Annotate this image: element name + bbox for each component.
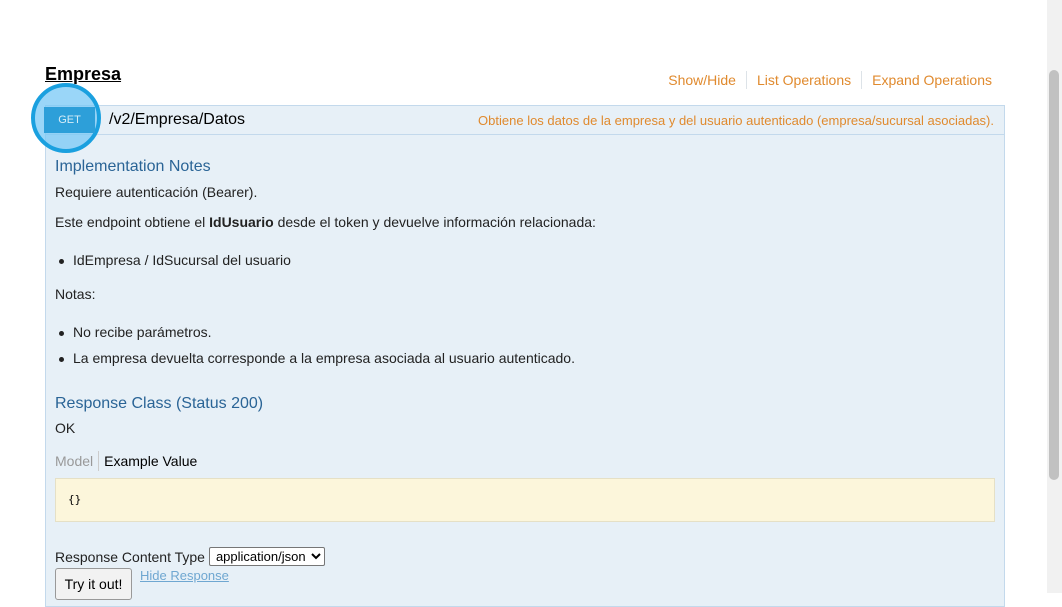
notes-description-bold: IdUsuario — [209, 214, 274, 230]
response-class-title: Response Class (Status 200) — [55, 395, 264, 412]
bullet-icon — [59, 356, 64, 362]
list-item: No recibe parámetros. — [59, 324, 212, 340]
method-get-badge[interactable]: GET — [44, 107, 95, 133]
model-tabs: Model Example Value — [55, 451, 197, 471]
notes-label: Notas: — [55, 286, 96, 302]
example-value-text: {} — [68, 493, 82, 506]
content-type-label: Response Content Type — [55, 548, 205, 565]
implementation-notes-title: Implementation Notes — [55, 158, 211, 175]
notes-description-start: Este endpoint obtiene el — [55, 214, 210, 230]
operation-summary[interactable]: Obtiene los datos de la empresa y del us… — [478, 113, 994, 128]
notes-auth-text: Requiere autenticación (Bearer). — [55, 184, 258, 200]
operation-path[interactable]: /v2/Empresa/Datos — [109, 111, 245, 129]
notes-description: Este endpoint obtiene el IdUsuario desde… — [55, 214, 596, 230]
swagger-page: Empresa Show/Hide List Operations Expand… — [0, 0, 1047, 607]
scrollbar-thumb[interactable] — [1049, 70, 1059, 480]
bullet-icon — [59, 330, 64, 336]
response-content-type: Response Content Type application/json — [55, 547, 325, 566]
list-item: La empresa devuelta corresponde a la emp… — [59, 350, 575, 366]
hide-response-link[interactable]: Hide Response — [140, 568, 229, 583]
show-hide-link[interactable]: Show/Hide — [668, 72, 736, 88]
notes-description-end: desde el token y devuelve información re… — [273, 214, 596, 230]
tab-divider — [98, 451, 100, 471]
operation-heading[interactable]: /v2/Empresa/Datos Obtiene los datos de l… — [46, 106, 1004, 135]
content-type-select[interactable]: application/json — [208, 547, 325, 566]
list-item-text: IdEmpresa / IdSucursal del usuario — [73, 252, 291, 268]
list-item-text: No recibe parámetros. — [73, 324, 212, 340]
action-divider — [745, 71, 747, 89]
tab-example-value[interactable]: Example Value — [104, 453, 197, 469]
bullet-icon — [59, 258, 64, 264]
list-item: IdEmpresa / IdSucursal del usuario — [59, 252, 291, 268]
expand-operations-link[interactable]: Expand Operations — [872, 72, 992, 88]
try-it-out-button[interactable]: Try it out! — [55, 568, 132, 600]
operation-get-empresa-datos: /v2/Empresa/Datos Obtiene los datos de l… — [45, 105, 1005, 607]
resource-title-empresa[interactable]: Empresa — [45, 64, 121, 85]
list-item-text: La empresa devuelta corresponde a la emp… — [73, 350, 575, 366]
action-divider — [861, 71, 863, 89]
list-operations-link[interactable]: List Operations — [757, 72, 851, 88]
response-status-text: OK — [55, 420, 76, 436]
tab-model[interactable]: Model — [55, 453, 93, 469]
example-value-snippet[interactable]: {} — [55, 478, 995, 522]
resource-actions: Show/Hide List Operations Expand Operati… — [668, 71, 992, 89]
